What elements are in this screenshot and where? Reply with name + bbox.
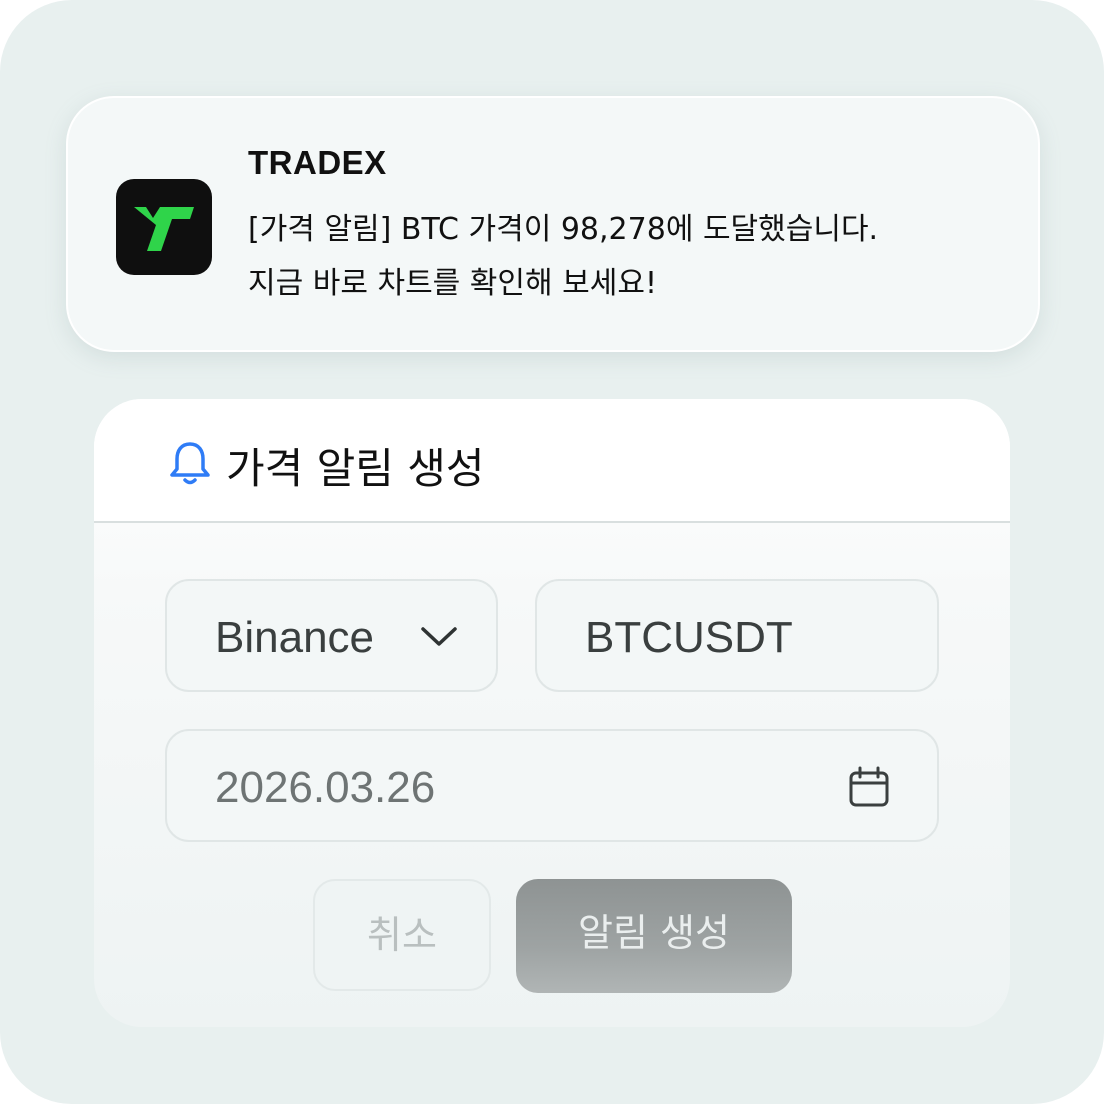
notification-app-name: TRADEX	[248, 144, 387, 181]
panel-header: 가격 알림 생성	[94, 399, 1010, 523]
date-input-value: 2026.03.26	[215, 763, 436, 812]
background: TRADEX [가격 알림] BTC 가격이 98,278에 도달했습니다. 지…	[0, 0, 1104, 1104]
cancel-button[interactable]: 취소	[313, 879, 491, 991]
notification-message-line-1: [가격 알림] BTC 가격이 98,278에 도달했습니다.	[248, 212, 879, 247]
bell-icon	[170, 442, 210, 485]
notification-message-line-2: 지금 바로 차트를 확인해 보세요!	[248, 266, 657, 301]
create-alert-button[interactable]: 알림 생성	[516, 879, 792, 993]
push-notification[interactable]: TRADEX [가격 알림] BTC 가격이 98,278에 도달했습니다. 지…	[66, 96, 1040, 352]
exchange-select-value: Binance	[215, 613, 375, 662]
tradex-logo-icon	[116, 179, 212, 275]
price-alert-panel: 가격 알림 생성 Binance BTCUSDT 2026.03.26 취소 알…	[94, 399, 1010, 1027]
symbol-input[interactable]: BTCUSDT	[535, 579, 939, 692]
date-input[interactable]: 2026.03.26	[165, 729, 939, 842]
chevron-down-icon	[421, 627, 457, 646]
panel-title: 가격 알림 생성	[226, 444, 485, 493]
exchange-select[interactable]: Binance	[165, 579, 498, 692]
calendar-icon[interactable]	[847, 765, 891, 809]
symbol-input-value: BTCUSDT	[585, 613, 793, 662]
